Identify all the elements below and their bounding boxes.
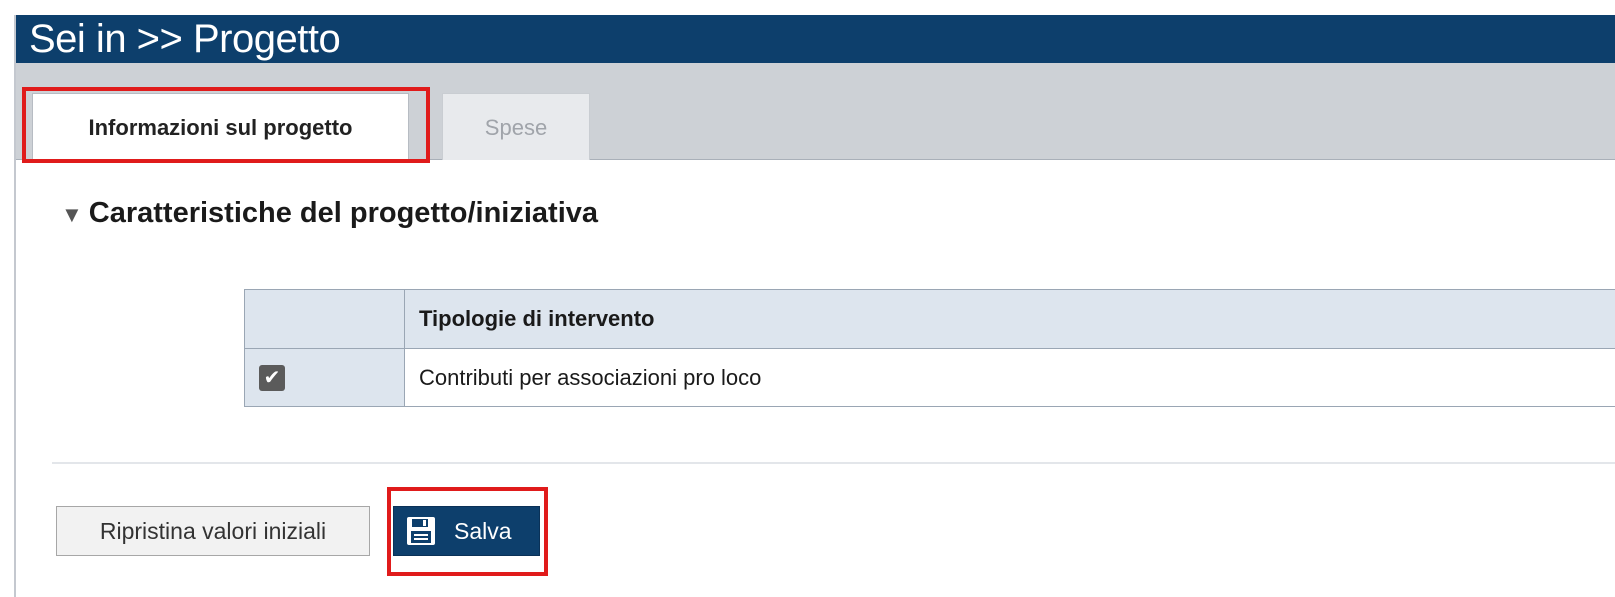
checkbox-checked[interactable]: ✔ [259,365,285,392]
table-row: ✔ Contributi per associazioni pro loco [244,348,1615,407]
reset-button[interactable]: Ripristina valori iniziali [56,506,370,556]
triangle-down-icon: ▼ [61,202,83,227]
section-title: Caratteristiche del progetto/iniziativa [88,197,599,229]
tab-spese[interactable]: Spese [442,93,590,160]
table-row-checkbox-cell: ✔ [244,348,405,407]
section-header[interactable]: ▼ Caratteristiche del progetto/iniziativa [61,197,598,230]
table-header-label: Tipologie di intervento [404,289,1615,349]
highlight-tab [22,87,430,163]
highlight-save [387,487,548,576]
intervention-table: Tipologie di intervento ✔ Contributi per… [244,289,1615,407]
page-title: Sei in >> Progetto [16,15,1615,63]
table-row-label: Contributi per associazioni pro loco [404,348,1615,407]
table-header-checkbox-cell [244,289,405,349]
table-header-row: Tipologie di intervento [244,289,1615,349]
divider [52,462,1615,464]
